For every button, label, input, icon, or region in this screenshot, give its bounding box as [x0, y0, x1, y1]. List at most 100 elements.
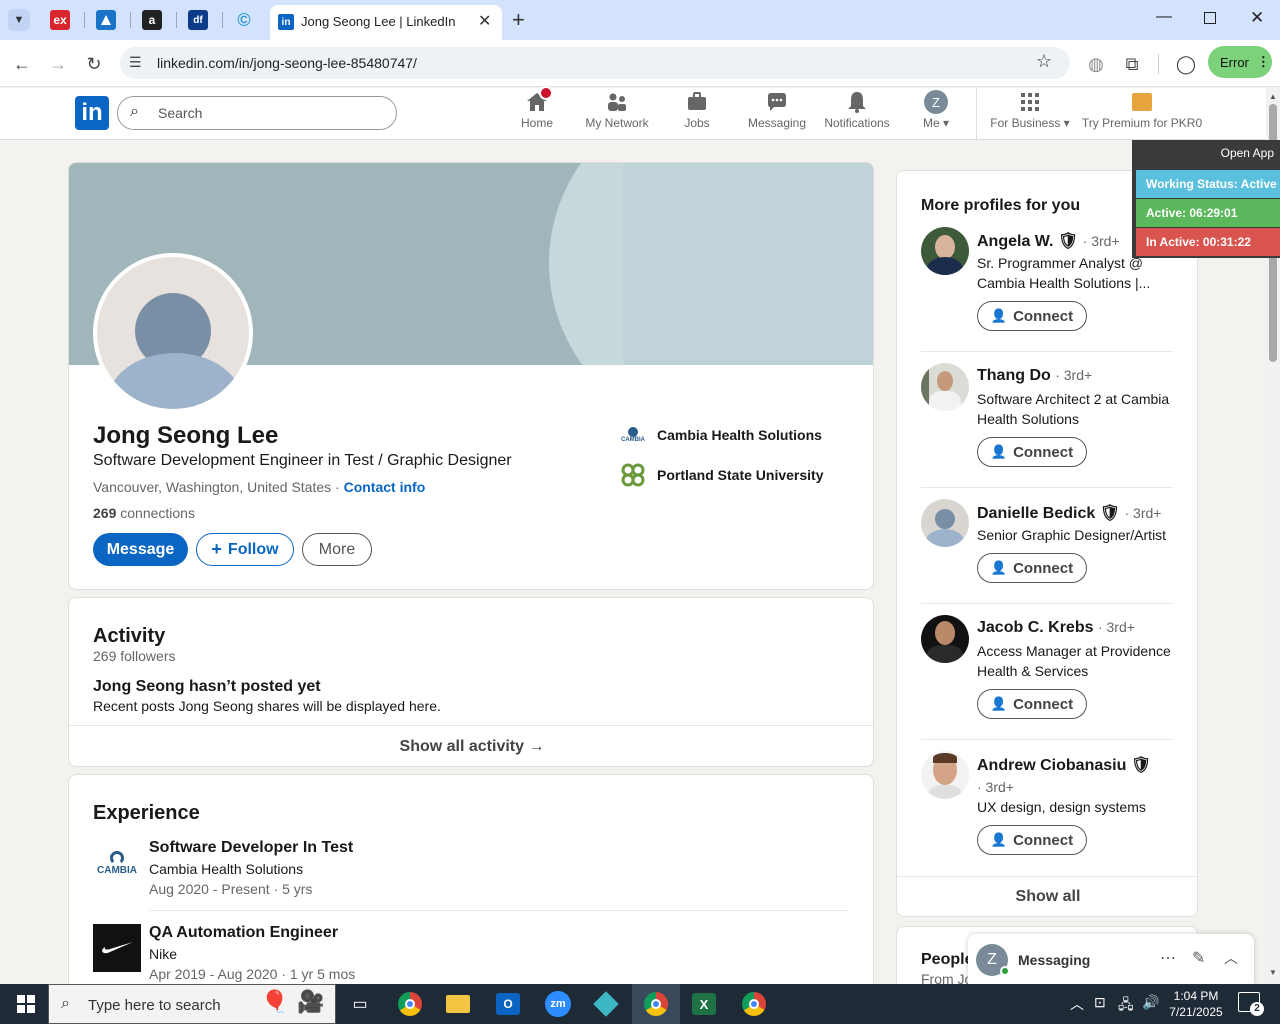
- show-all-profiles-button[interactable]: Show all: [897, 877, 1197, 916]
- message-button[interactable]: Message: [93, 533, 188, 566]
- profile-desc: Sr. Programmer Analyst @ Cambia Health S…: [977, 255, 1151, 291]
- windows-taskbar: ⌕ Type here to search 🎈 🎥 ▭ O zm X ︿ ⊡ 🖧…: [0, 984, 1280, 1024]
- c-tab-icon[interactable]: ©: [234, 10, 254, 30]
- nav-for-business[interactable]: For Business ▾: [988, 90, 1072, 130]
- school-link[interactable]: Portland State University: [619, 461, 824, 489]
- cambia-logo[interactable]: CAMBIA: [93, 839, 141, 887]
- task-view-icon[interactable]: ▭: [340, 988, 380, 1020]
- app-diamond-icon[interactable]: [586, 988, 626, 1020]
- df-tab-icon[interactable]: df: [188, 10, 208, 30]
- scroll-down-arrow[interactable]: ▼: [1269, 968, 1277, 977]
- bookmark-star-icon[interactable]: ☆: [1036, 51, 1052, 72]
- url-text[interactable]: linkedin.com/in/jong-seong-lee-85480747/: [157, 55, 417, 71]
- clock[interactable]: 1:04 PM 7/21/2025: [1164, 988, 1228, 1020]
- connect-button[interactable]: 👤 Connect: [977, 689, 1087, 719]
- add-person-icon: 👤: [990, 696, 1008, 711]
- chrome-second-taskbar-icon[interactable]: [734, 988, 774, 1020]
- chrome-taskbar-icon[interactable]: [390, 988, 430, 1020]
- nav-home[interactable]: Home: [518, 86, 556, 130]
- follow-button[interactable]: + Follow: [196, 533, 294, 566]
- ex-tab-icon[interactable]: ex: [50, 10, 70, 30]
- outlook-icon[interactable]: O: [488, 988, 528, 1020]
- messaging-bar[interactable]: Z Messaging ⋯ ✎ ︿: [968, 934, 1254, 984]
- file-explorer-icon[interactable]: [438, 988, 478, 1020]
- show-all-profiles-label: Show all: [1015, 888, 1081, 905]
- experience-job-title[interactable]: Software Developer In Test: [149, 839, 353, 857]
- chrome-profile-taskbar-icon[interactable]: [632, 984, 680, 1024]
- zoom-icon[interactable]: zm: [538, 988, 578, 1020]
- nav-me-label: Me: [922, 116, 940, 130]
- search-box[interactable]: ⌕ Search: [117, 96, 397, 130]
- profile-desc-text: UX design, design systems: [977, 799, 1146, 815]
- nav-notifications[interactable]: Notifications: [822, 90, 892, 130]
- amazon-tab-icon[interactable]: a: [142, 10, 162, 30]
- avatar[interactable]: [921, 227, 969, 275]
- connect-button[interactable]: 👤 Connect: [977, 825, 1087, 855]
- profile-name[interactable]: Andrew Ciobanasiu 🛡: [977, 755, 1151, 775]
- connect-button[interactable]: 👤 Connect: [977, 301, 1087, 331]
- nav-my-network-label: My Network: [585, 116, 649, 130]
- translate-icon[interactable]: ◍: [1084, 52, 1108, 76]
- address-bar[interactable]: ☰ linkedin.com/in/jong-seong-lee-8548074…: [120, 47, 1070, 79]
- tray-app-icon[interactable]: ⊡: [1094, 994, 1106, 1011]
- close-tab-icon[interactable]: ✕: [478, 11, 491, 31]
- nav-messaging[interactable]: Messaging: [748, 90, 806, 130]
- profile-desc: Senior Graphic Designer/Artist: [977, 527, 1167, 543]
- nav-jobs[interactable]: Jobs: [682, 90, 712, 130]
- reload-icon[interactable]: ↻: [82, 52, 106, 76]
- avatar[interactable]: [921, 751, 969, 799]
- profile-name[interactable]: Jacob C. Krebs · 3rd+: [977, 619, 1135, 637]
- company-link[interactable]: CAMBIA Cambia Health Solutions: [619, 423, 822, 447]
- tab-search-button[interactable]: ▼: [8, 9, 30, 31]
- profile-name[interactable]: Danielle Bedick 🛡 · 3rd+: [977, 503, 1161, 523]
- more-options-icon[interactable]: ⋯: [1160, 948, 1176, 968]
- compose-icon[interactable]: ✎: [1192, 948, 1205, 968]
- new-tab-button[interactable]: +: [512, 7, 525, 33]
- volume-icon[interactable]: 🔊: [1142, 994, 1159, 1011]
- excel-icon[interactable]: X: [684, 988, 724, 1020]
- profile-error-chip[interactable]: Error ⋮: [1208, 46, 1272, 78]
- connections-row[interactable]: 269 connections: [93, 505, 195, 521]
- show-all-activity-button[interactable]: Show all activity →: [69, 726, 873, 766]
- kebab-menu-icon: ⋮: [1256, 54, 1270, 69]
- forward-icon[interactable]: →: [46, 52, 70, 76]
- extensions-icon[interactable]: ⧉: [1120, 52, 1144, 76]
- profile-icon[interactable]: ◯: [1174, 52, 1198, 76]
- profile-photo[interactable]: [93, 253, 253, 413]
- minimize-button[interactable]: —: [1156, 8, 1172, 26]
- nike-logo[interactable]: [93, 924, 141, 972]
- back-icon[interactable]: ←: [10, 52, 34, 76]
- profile-name[interactable]: Angela W. 🛡 · 3rd+: [977, 231, 1120, 251]
- plus-icon: +: [211, 539, 222, 559]
- avatar[interactable]: [921, 499, 969, 547]
- messaging-avatar-letter: Z: [987, 951, 997, 968]
- nav-me[interactable]: Z Me ▾: [918, 90, 954, 130]
- activity-card: Activity 269 followers Jong Seong hasn’t…: [68, 597, 874, 767]
- activity-followers[interactable]: 269 followers: [93, 648, 176, 664]
- connect-button[interactable]: 👤 Connect: [977, 437, 1087, 467]
- nav-my-network[interactable]: My Network: [584, 90, 650, 130]
- windows-start-button[interactable]: [4, 988, 48, 1020]
- nav-premium[interactable]: Try Premium for PKR0: [1082, 90, 1202, 130]
- avatar[interactable]: [921, 615, 969, 663]
- tray-chevron-up-icon[interactable]: ︿: [1070, 994, 1084, 1014]
- profile-name[interactable]: Thang Do · 3rd+: [977, 367, 1092, 385]
- open-app-button[interactable]: Open App: [1221, 146, 1274, 160]
- connect-button[interactable]: 👤 Connect: [977, 553, 1087, 583]
- network-tray-icon[interactable]: 🖧: [1118, 994, 1134, 1018]
- avatar[interactable]: [921, 363, 969, 411]
- linkedin-logo[interactable]: in: [75, 96, 109, 130]
- chevron-up-icon[interactable]: ︿: [1224, 948, 1238, 968]
- more-button[interactable]: More: [302, 533, 372, 566]
- close-window-button[interactable]: ✕: [1250, 8, 1264, 28]
- scroll-up-arrow[interactable]: ▲: [1269, 92, 1277, 101]
- active-tab[interactable]: in Jong Seong Lee | LinkedIn ✕: [270, 5, 502, 40]
- online-status-dot: [1000, 966, 1010, 976]
- blue-app-tab-icon[interactable]: [96, 10, 116, 30]
- experience-job-title[interactable]: QA Automation Engineer: [149, 924, 338, 942]
- taskbar-search-box[interactable]: ⌕ Type here to search 🎈 🎥: [48, 984, 336, 1024]
- site-info-icon[interactable]: ☰: [129, 54, 142, 71]
- restore-button[interactable]: [1204, 12, 1216, 24]
- degree-label: · 3rd+: [1097, 619, 1135, 635]
- contact-info-link[interactable]: Contact info: [344, 479, 426, 495]
